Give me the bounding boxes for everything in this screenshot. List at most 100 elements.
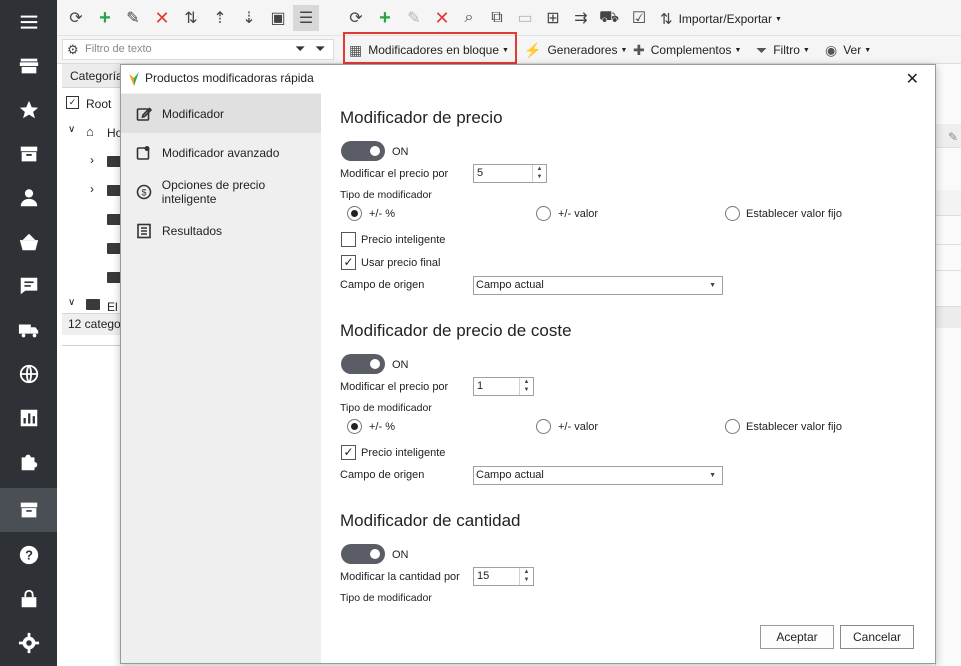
cost-modify-value: 1: [477, 380, 484, 392]
sidebar-item-advanced[interactable]: Modificador avanzado: [121, 133, 321, 172]
menu-icon[interactable]: [0, 0, 57, 44]
duplicate-icon[interactable]: ⊞: [543, 8, 563, 28]
clear-filter-icon[interactable]: ⏷: [315, 41, 325, 57]
cost-source-label: Campo de origen: [340, 469, 425, 481]
stepper-arrows-icon[interactable]: ▲ ▼: [519, 568, 533, 585]
shipping-icon[interactable]: ⛟: [599, 8, 619, 28]
chevron-right-icon[interactable]: ›: [90, 153, 94, 167]
accept-button[interactable]: Aceptar: [760, 625, 834, 649]
cost-type-label: Tipo de modificador: [340, 402, 432, 414]
gear-icon[interactable]: [0, 621, 57, 665]
categories-tab[interactable]: Categoría: [70, 69, 123, 83]
edit-product-icon[interactable]: ✎: [404, 8, 424, 28]
chevron-right-icon[interactable]: ›: [90, 182, 94, 196]
search-icon[interactable]: ⌕: [459, 8, 479, 28]
cost-source-select[interactable]: Campo actual ▼: [473, 466, 723, 485]
filter-icon[interactable]: ⏷: [295, 41, 305, 57]
paste-icon[interactable]: ▭: [515, 8, 535, 28]
cost-modify-stepper[interactable]: 1 ▲ ▼: [473, 377, 534, 396]
generators-menu[interactable]: ⚡ Generadores ▼: [524, 36, 627, 64]
filter-label: Filtro: [773, 43, 800, 57]
import-export-menu[interactable]: ⇅ Importar/Exportar ▼: [660, 10, 782, 28]
qty-modify-stepper[interactable]: 15 ▲ ▼: [473, 567, 534, 586]
sort-icon[interactable]: ⇅: [181, 8, 201, 28]
price-radio-value-label: +/- valor: [558, 208, 599, 220]
checklist-icon[interactable]: ☑: [629, 8, 649, 28]
chart-icon[interactable]: [0, 396, 57, 440]
cost-radio-percent[interactable]: [347, 419, 362, 434]
refresh-icon[interactable]: ⟳: [66, 8, 86, 28]
help-icon[interactable]: ?: [0, 533, 57, 577]
lock-icon[interactable]: [0, 577, 57, 621]
qty-section-title: Modificador de cantidad: [340, 511, 521, 530]
top-toolbar: ⟳ + ✎ ✕ ⇅ ⇡ ⇣ ▣ ☰ ⟳ + ✎ ✕ ⌕ ⧉ ▭ ⊞ ⇉ ⛟ ☑ …: [57, 0, 961, 36]
app-logo-icon: [129, 72, 139, 86]
image-icon[interactable]: ▣: [268, 8, 288, 28]
sidebar-item-smart-price[interactable]: $ Opciones de precio inteligente: [121, 172, 321, 211]
price-final-checkbox[interactable]: ✓: [341, 255, 356, 270]
chevron-down-icon: ▼: [864, 46, 872, 54]
add-icon[interactable]: +: [95, 7, 115, 29]
price-modify-stepper[interactable]: 5 ▲ ▼: [473, 164, 547, 183]
truck-icon[interactable]: [0, 308, 57, 352]
text-filter-field[interactable]: ⚙ Filtro de texto ⏷ ⏷: [62, 39, 334, 60]
refresh-products-icon[interactable]: ⟳: [346, 8, 366, 28]
qty-modify-value: 15: [477, 570, 490, 582]
last-folder-node[interactable]: El: [107, 300, 118, 314]
cost-source-value: Campo actual: [476, 469, 544, 481]
price-final-label: Usar precio final: [361, 257, 441, 269]
cost-smart-checkbox[interactable]: ✓: [341, 445, 356, 460]
cost-radio-value[interactable]: [536, 419, 551, 434]
chevron-down-icon[interactable]: ∨: [68, 297, 75, 308]
price-radio-percent[interactable]: [347, 206, 362, 221]
cost-radio-fixed[interactable]: [725, 419, 740, 434]
sidebar-label: Modificador avanzado: [162, 145, 280, 160]
view-menu[interactable]: ◉ Ver ▼: [825, 36, 871, 64]
sidebar-item-modificador[interactable]: Modificador: [121, 94, 321, 133]
move-down-icon[interactable]: ⇣: [239, 8, 259, 28]
cost-toggle-label: ON: [392, 359, 409, 371]
root-node[interactable]: Root: [86, 97, 111, 111]
addons-menu[interactable]: ✚ Complementos ▼: [633, 36, 741, 64]
cost-toggle[interactable]: [341, 354, 385, 374]
archive-icon[interactable]: [0, 132, 57, 176]
addons-label: Complementos: [650, 43, 732, 57]
price-modify-value: 5: [477, 167, 484, 179]
archive-active-icon[interactable]: [0, 488, 57, 532]
edit-icon: [135, 105, 153, 123]
price-radio-fixed[interactable]: [725, 206, 740, 221]
star-icon[interactable]: [0, 88, 57, 132]
folder-icon: [86, 299, 100, 310]
puzzle-icon[interactable]: [0, 440, 57, 484]
edit-icon[interactable]: ✎: [123, 8, 143, 28]
close-icon[interactable]: ✕: [906, 69, 919, 89]
sidebar-item-results[interactable]: Resultados: [121, 211, 321, 250]
import-export-label: Importar/Exportar: [678, 12, 772, 26]
copy-icon[interactable]: ⧉: [487, 8, 507, 28]
price-radio-value[interactable]: [536, 206, 551, 221]
cancel-button[interactable]: Cancelar: [840, 625, 914, 649]
price-source-value: Campo actual: [476, 279, 544, 291]
tree-filter-icon[interactable]: ☰: [293, 5, 319, 31]
product-grid-edge: [935, 64, 961, 666]
chevron-down-icon[interactable]: ∨: [68, 124, 75, 135]
store-icon[interactable]: [0, 44, 57, 88]
globe-icon[interactable]: [0, 352, 57, 396]
delete-icon[interactable]: ✕: [152, 8, 172, 28]
stepper-arrows-icon[interactable]: ▲ ▼: [532, 165, 546, 182]
stepper-arrows-icon[interactable]: ▲ ▼: [519, 378, 533, 395]
move-up-icon[interactable]: ⇡: [210, 8, 230, 28]
list-icon: [135, 222, 153, 240]
price-toggle[interactable]: [341, 141, 385, 161]
advanced-edit-icon: [135, 144, 153, 162]
user-icon[interactable]: [0, 176, 57, 220]
price-source-select[interactable]: Campo actual ▼: [473, 276, 723, 295]
chat-icon[interactable]: [0, 264, 57, 308]
filter-menu[interactable]: ⏷ Filtro ▼: [756, 36, 810, 64]
basket-icon[interactable]: [0, 220, 57, 264]
price-smart-checkbox[interactable]: [341, 232, 356, 247]
qty-toggle[interactable]: [341, 544, 385, 564]
delete-product-icon[interactable]: ✕: [432, 8, 452, 28]
add-product-icon[interactable]: +: [375, 7, 395, 29]
move-icon[interactable]: ⇉: [571, 8, 591, 28]
